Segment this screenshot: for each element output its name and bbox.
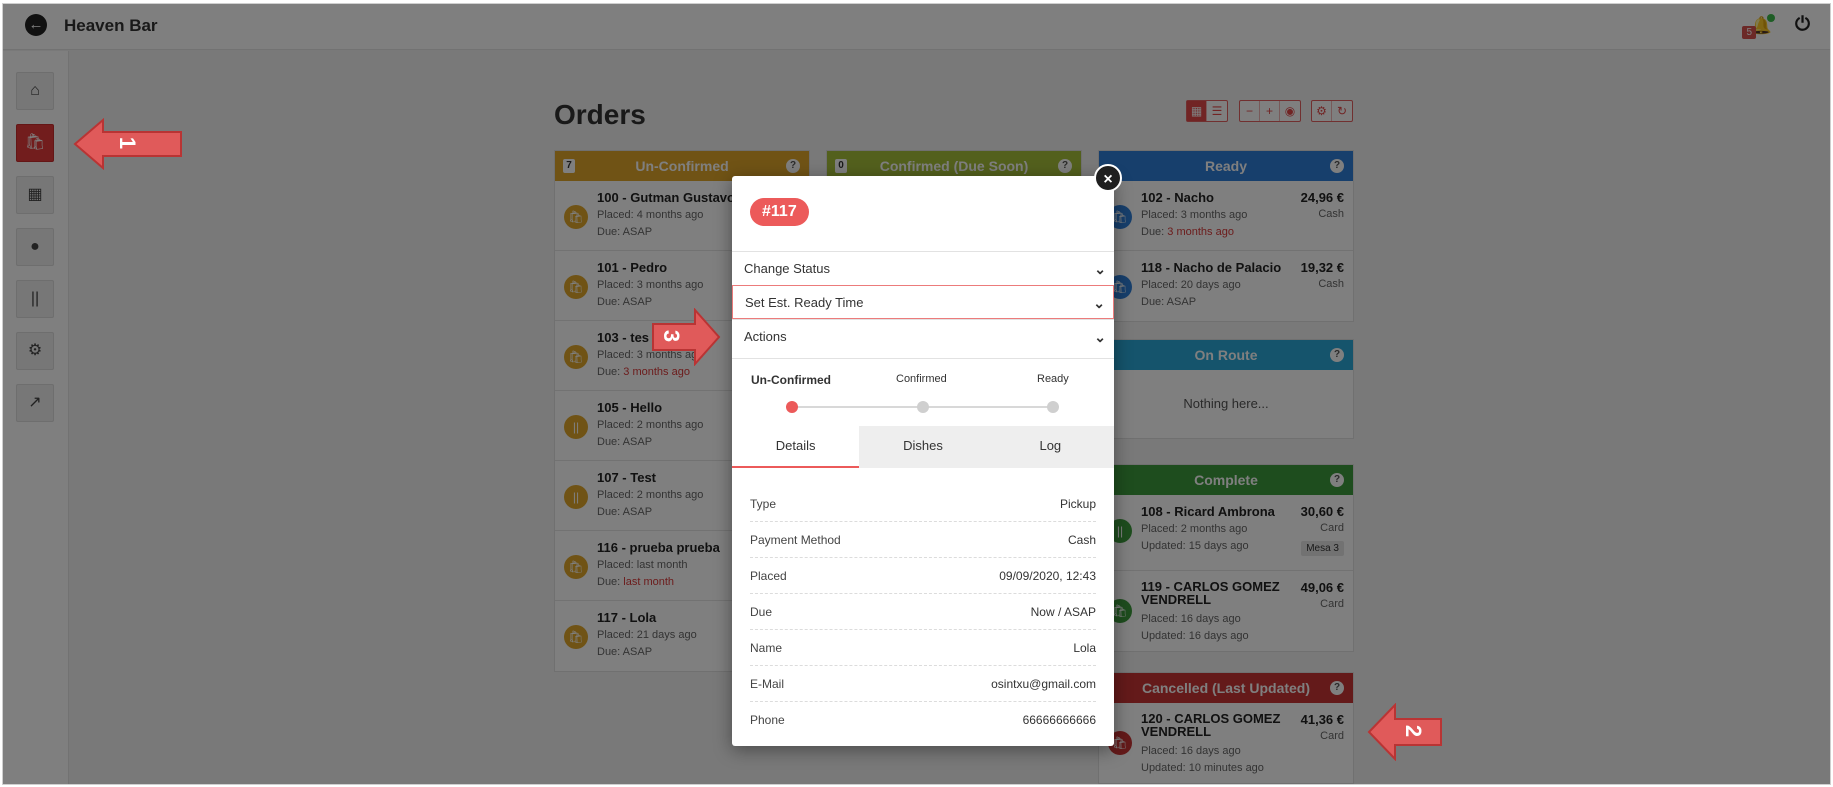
order-details-list: Type Pickup Payment Method Cash Placed 09/0… — [750, 486, 1096, 738]
detail-label: Name — [750, 641, 783, 655]
step-dot-current — [786, 401, 798, 413]
step-confirmed-label: Confirmed — [896, 373, 947, 385]
annotation-arrow-2: 2 — [1367, 703, 1443, 761]
step-ready-label: Ready — [1037, 373, 1069, 385]
detail-value: osintxu@gmail.com — [991, 677, 1096, 691]
detail-row: Payment Method Cash — [750, 522, 1096, 558]
detail-row: Phone 66666666666 — [750, 702, 1096, 738]
detail-value: Pickup — [1059, 497, 1096, 511]
dropdown-label: Set Est. Ready Time — [745, 295, 864, 310]
detail-row: Type Pickup — [750, 486, 1096, 522]
detail-value: Now / ASAP — [1030, 605, 1096, 619]
annotation-label-2: 2 — [1401, 724, 1427, 738]
detail-value: 66666666666 — [1022, 713, 1096, 727]
detail-row: E-Mail osintxu@gmail.com — [750, 666, 1096, 702]
step-unconfirmed-label: Un-Confirmed — [751, 373, 831, 387]
step-dot — [917, 401, 929, 413]
status-stepper: Un-Confirmed Confirmed Ready — [732, 358, 1114, 434]
detail-value: Cash — [1067, 533, 1096, 547]
tab-log[interactable]: Log — [987, 426, 1114, 468]
chevron-down-icon: ⌄ — [1094, 261, 1106, 277]
detail-value: Lola — [1073, 641, 1096, 655]
order-detail-modal: #117 Change Status ⌄ Set Est. Ready Time… — [732, 176, 1114, 746]
detail-row: Name Lola — [750, 630, 1096, 666]
detail-label: Due — [750, 605, 773, 619]
detail-label: Phone — [750, 713, 785, 727]
order-number-badge: #117 — [750, 198, 809, 226]
detail-label: Payment Method — [750, 533, 841, 547]
change-status-dropdown[interactable]: Change Status ⌄ — [732, 251, 1114, 285]
chevron-down-icon: ⌄ — [1093, 295, 1105, 311]
annotation-arrow-3: 3 — [651, 308, 721, 366]
step-dot — [1047, 401, 1059, 413]
close-icon[interactable]: × — [1094, 164, 1122, 192]
annotation-label-3: 3 — [659, 329, 685, 343]
dropdown-label: Actions — [744, 329, 787, 344]
modal-tabs: Details Dishes Log — [732, 426, 1114, 468]
detail-label: E-Mail — [750, 677, 785, 691]
app-frame: ← Heaven Bar 🔔 5 ⏻ ⌂ 🛍 ▦ ● || ⚙ ↗ Orders… — [2, 3, 1831, 785]
tab-dishes[interactable]: Dishes — [859, 426, 986, 468]
chevron-down-icon: ⌄ — [1094, 329, 1106, 345]
set-ready-time-dropdown[interactable]: Set Est. Ready Time ⌄ — [732, 285, 1114, 319]
detail-label: Placed — [750, 569, 787, 583]
annotation-arrow-1: 1 — [73, 118, 185, 170]
actions-dropdown[interactable]: Actions ⌄ — [732, 319, 1114, 353]
detail-value: 09/09/2020, 12:43 — [999, 569, 1096, 583]
dropdown-label: Change Status — [744, 261, 831, 276]
annotation-label-1: 1 — [115, 136, 141, 150]
detail-row: Due Now / ASAP — [750, 594, 1096, 630]
detail-label: Type — [750, 497, 777, 511]
detail-row: Placed 09/09/2020, 12:43 — [750, 558, 1096, 594]
tab-details[interactable]: Details — [732, 426, 860, 468]
